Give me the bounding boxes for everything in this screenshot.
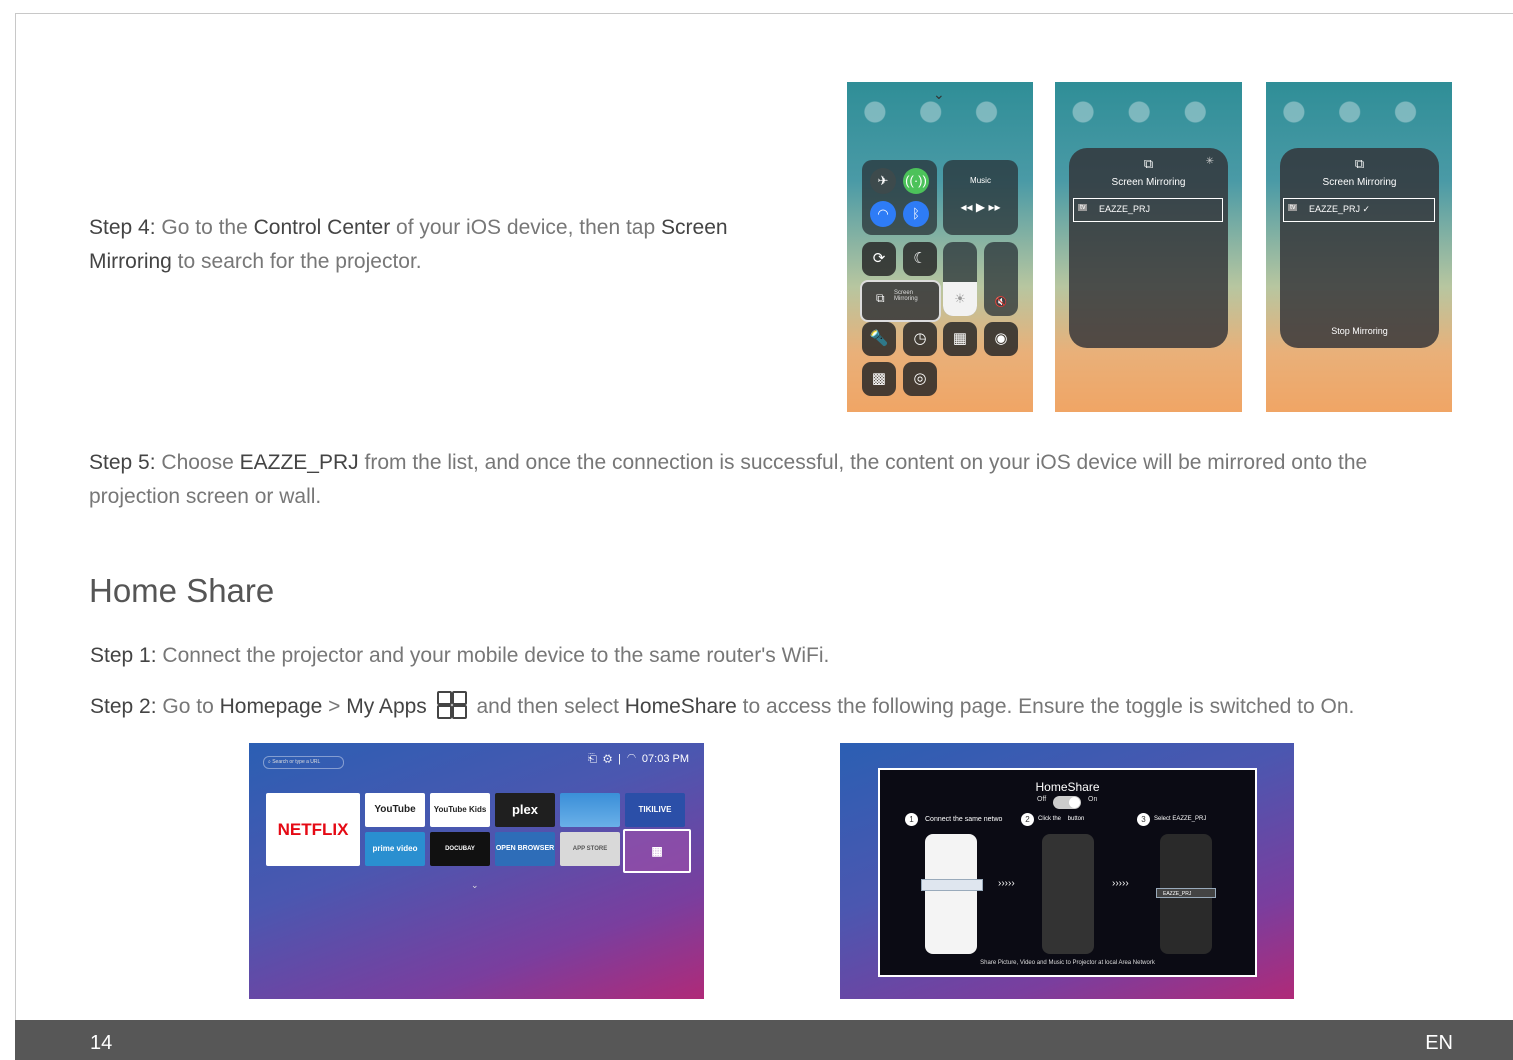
input-icon: ⎗: [588, 753, 597, 765]
homeshare-panel: HomeShare Off On 1 Connect the same netw…: [878, 768, 1257, 977]
airplane-icon: ✈: [870, 168, 896, 194]
homeshare-step1: Step 1: Connect the projector and your m…: [90, 644, 830, 667]
app-youtube[interactable]: YouTube: [365, 793, 425, 827]
app-netflix[interactable]: NETFLIX: [266, 793, 360, 866]
homeshare-footer-text: Share Picture, Video and Music to Projec…: [980, 960, 1155, 966]
tv-homeshare-screenshot: HomeShare Off On 1 Connect the same netw…: [840, 743, 1294, 999]
ios-control-center-screenshot: ⌄ ✈ ((·)) ◠ ᛒ Music ◂◂ ▶ ▸▸ ⟳ ☾ ☀ 🔇 ⧉ Sc…: [847, 82, 1033, 412]
step4-paragraph: Step 4: Go to the Control Center of your…: [89, 216, 728, 273]
app-app-store[interactable]: APP STORE: [560, 832, 620, 866]
camera-icon: ◉: [984, 322, 1018, 356]
bluetooth-icon: ᛒ: [903, 201, 929, 227]
arrow-icon: ›››››: [1112, 878, 1129, 889]
wifi-icon: ◠: [870, 201, 896, 227]
clock: 07:03 PM: [641, 753, 689, 765]
app-youtube-kids[interactable]: YouTube Kids: [430, 793, 490, 827]
language-label: EN: [1425, 1032, 1453, 1054]
screen-mirroring-button[interactable]: ⧉ Screen Mirroring: [860, 280, 941, 322]
screen-mirroring-panel: ⧉ ✳ Screen Mirroring tv EAZZE_PRJ: [1069, 148, 1228, 348]
tv-homepage-screenshot: ⌕ Search or type a URL ⎗ ⚙ | ◠ 07:03 PM …: [249, 743, 704, 999]
rotation-lock-icon: ⟳: [862, 242, 896, 276]
sun-icon: ☀: [943, 282, 977, 316]
page-border-top: [15, 13, 1513, 14]
step5-paragraph: Step 5: Choose EAZZE_PRJ from the list, …: [89, 451, 1368, 508]
wifi-icon: ◠: [627, 753, 636, 765]
stop-mirroring-button[interactable]: Stop Mirroring: [1280, 326, 1439, 336]
loading-spinner-icon: ✳: [1205, 156, 1214, 167]
brightness-slider: ☀: [943, 242, 977, 316]
step4-label: Step 4:: [89, 216, 156, 239]
play-controls-icon: ◂◂ ▶ ▸▸: [960, 200, 1001, 214]
calculator-icon: ▦: [943, 322, 977, 356]
cellular-icon: ((·)): [903, 168, 929, 194]
app-prime-video[interactable]: prime video: [365, 832, 425, 866]
homeshare-step2: Step 2: Go to Homepage > My Apps and the…: [90, 690, 1450, 724]
screen-mirroring-icon: ⧉: [1143, 156, 1154, 171]
connectivity-tile: ✈ ((·)) ◠ ᛒ: [862, 160, 937, 235]
qr-code-icon: ▩: [862, 362, 896, 396]
homeshare-toggle[interactable]: [1053, 796, 1081, 809]
app-docubay[interactable]: DOCUBAY: [430, 832, 490, 866]
homeshare-title: HomeShare: [1035, 780, 1100, 794]
page-border-left: [15, 13, 16, 1023]
volume-slider: 🔇: [984, 242, 1018, 316]
step5-label: Step 5:: [89, 451, 156, 474]
control-center-term: Control Center: [253, 216, 391, 239]
section-heading: Home Share: [89, 572, 275, 609]
page-number: 14: [90, 1032, 113, 1054]
chevron-down-icon: ⌄: [933, 86, 945, 102]
app-open-browser[interactable]: OPEN BROWSER: [495, 832, 555, 866]
music-tile: Music ◂◂ ▶ ▸▸: [943, 160, 1018, 235]
device-row-eazze-connected[interactable]: tv EAZZE_PRJ ✓: [1283, 198, 1435, 222]
screen-mirroring-icon: ⧉: [1354, 156, 1365, 171]
phone-step3-select: EAZZE_PRJ: [1156, 834, 1216, 954]
search-bar[interactable]: ⌕ Search or type a URL: [263, 756, 344, 769]
app-plex[interactable]: plex: [495, 793, 555, 827]
phone-step2-video: [1042, 834, 1094, 954]
flashlight-icon: 🔦: [862, 322, 896, 356]
screen-mirroring-icon: ⧉: [876, 291, 885, 305]
app-tikilive[interactable]: TIKILIVE: [625, 793, 685, 827]
record-icon: ◎: [903, 362, 937, 396]
screen-mirroring-title: Screen Mirroring: [1111, 177, 1186, 188]
mute-icon: 🔇: [994, 297, 1008, 308]
my-apps-grid-icon: [436, 691, 467, 719]
app-game-tile[interactable]: [560, 793, 620, 827]
my-apps-icon[interactable]: ▦: [623, 829, 691, 873]
arrow-icon: ›››››: [998, 878, 1015, 889]
phone-step1-wifi-list: [921, 834, 983, 954]
device-row-eazze[interactable]: tv EAZZE_PRJ: [1073, 198, 1223, 222]
timer-icon: ◷: [903, 322, 937, 356]
moon-icon: ☾: [903, 242, 937, 276]
page-footer: 14 EN: [15, 1020, 1513, 1060]
ios-screen-mirroring-search-screenshot: ⧉ ✳ Screen Mirroring tv EAZZE_PRJ: [1055, 82, 1242, 412]
ios-screen-mirroring-connected-screenshot: ⧉ Screen Mirroring tv EAZZE_PRJ ✓ Stop M…: [1266, 82, 1452, 412]
screen-mirroring-panel-connected: ⧉ Screen Mirroring tv EAZZE_PRJ ✓ Stop M…: [1280, 148, 1439, 348]
tv-icon: tv: [1078, 204, 1088, 211]
tv-icon: tv: [1288, 204, 1298, 211]
status-bar: ⎗ ⚙ | ◠ 07:03 PM: [588, 753, 689, 765]
chevron-down-icon: ⌄: [471, 880, 479, 890]
settings-icon: ⚙: [603, 753, 612, 765]
